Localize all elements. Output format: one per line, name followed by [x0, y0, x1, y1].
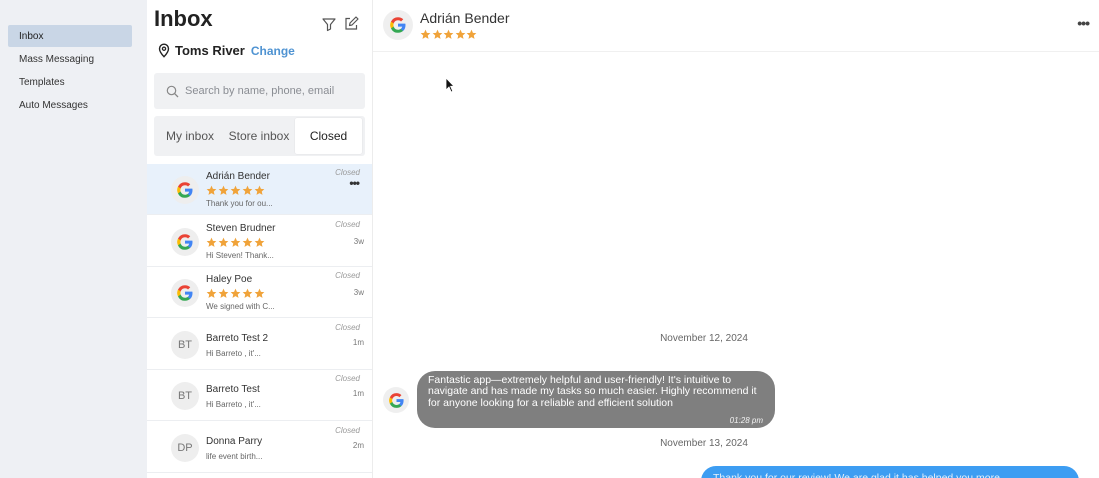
star-icon	[455, 29, 465, 39]
conversation-status: Closed	[335, 271, 360, 280]
contact-name: Adrián Bender	[420, 10, 510, 26]
star-icon	[206, 237, 217, 247]
date-separator: November 13, 2024	[660, 438, 748, 449]
star-icon	[242, 237, 253, 247]
nav-item-auto-messages[interactable]: Auto Messages	[8, 94, 132, 116]
avatar-initials: BT	[177, 338, 193, 351]
conversation-preview: Hi Steven! Thank...	[206, 250, 274, 260]
compose-icon[interactable]	[343, 16, 359, 32]
filter-icon[interactable]	[321, 16, 337, 32]
conversation-name: Barreto Test	[206, 384, 260, 395]
inbox-title: Inbox	[154, 6, 213, 31]
conversation-item[interactable]: BT Barreto Test Hi Barreto , it'... Closed 1…	[147, 370, 372, 421]
star-icon	[466, 29, 477, 39]
conversation-avatar	[171, 176, 199, 204]
conversation-item[interactable]: BT Barreto Test 2 Hi Barreto , it'... Close…	[147, 319, 372, 370]
conversation-status: Closed	[335, 425, 360, 435]
conversation-avatar	[171, 227, 199, 256]
star-icon	[230, 237, 241, 247]
conversation-item[interactable]: Steven Brudner Hi Steven! Thank... Closed 3…	[147, 216, 372, 267]
conversation-status: Closed	[335, 374, 360, 383]
conversation-preview: We signed with C...	[206, 302, 275, 311]
conversation-status: Closed	[335, 322, 360, 332]
message-time: 01:28 pm	[729, 415, 763, 425]
incoming-message-text: Fantastic app—extremely helpful and user…	[428, 374, 757, 409]
message-avatar	[383, 387, 409, 413]
app: Inbox Mass Messaging Templates Auto Mess…	[0, 0, 1099, 478]
nav-item-mass-messaging[interactable]: Mass Messaging	[8, 48, 132, 70]
star-icon	[254, 185, 265, 195]
conversation-name: Barreto Test 2	[206, 332, 269, 344]
star-icon	[254, 237, 265, 247]
avatar-initials: DP	[177, 441, 193, 454]
conversation-item[interactable]: Adrián Bender Thank you for ou... Closed ••…	[147, 164, 372, 215]
conversation-time: 3w	[353, 236, 364, 246]
star-icon	[218, 237, 229, 247]
star-icon	[432, 29, 442, 39]
nav-item-inbox[interactable]: Inbox	[8, 25, 132, 47]
inbox-tabs: My inbox Store inbox Closed	[154, 116, 365, 156]
conversation-item[interactable]: Haley Poe We signed with C... Closed 3w	[147, 267, 372, 318]
more-icon[interactable]: •••	[1077, 15, 1090, 31]
left-nav: Inbox Mass Messaging Templates Auto Mess…	[0, 0, 147, 478]
conversation-preview: Thank you for ou...	[206, 199, 273, 208]
cursor-icon	[445, 77, 455, 93]
location-name: Toms River	[175, 43, 245, 58]
conversation-avatar: BT	[171, 382, 199, 410]
star-icon	[254, 288, 265, 298]
conversation-avatar: DP	[171, 433, 199, 462]
star-icon	[242, 288, 253, 298]
star-icon	[230, 288, 241, 298]
search-field[interactable]: Search by name, phone, email	[154, 73, 365, 109]
conversation-preview: Hi Barreto , it'...	[206, 400, 261, 409]
star-icon	[206, 288, 217, 298]
chat-header: Adrián Bender •••	[373, 0, 1099, 52]
outgoing-message: Thank you for our review! We are glad it…	[701, 466, 1079, 478]
change-location-link[interactable]: Change	[251, 44, 295, 58]
star-icon	[218, 288, 229, 298]
search-input[interactable]: Search by name, phone, email	[185, 85, 334, 97]
star-icon	[218, 185, 229, 195]
contact-avatar	[383, 10, 413, 40]
location-selector: Toms River Change	[158, 43, 295, 58]
chat-panel: Adrián Bender ••• November 12, 2024 Fant…	[373, 0, 1099, 478]
inbox-panel: Inbox Toms River Change Search by name, …	[147, 0, 373, 478]
conversation-preview: life event birth...	[206, 451, 263, 461]
conversation-name: Donna Parry	[206, 435, 263, 447]
conversation-name: Steven Brudner	[206, 222, 276, 234]
google-icon	[388, 392, 404, 408]
location-pin-icon	[158, 43, 170, 58]
conversation-time: 1m	[352, 389, 364, 398]
conversation-avatar	[171, 279, 199, 307]
conversation-name: Adrián Bender	[206, 171, 270, 182]
star-icon	[420, 29, 431, 39]
date-separator: November 12, 2024	[660, 333, 748, 344]
tab-closed[interactable]: Closed	[295, 118, 362, 154]
conversation-status: Closed	[335, 219, 360, 229]
contact-rating	[420, 27, 478, 45]
google-icon	[177, 285, 193, 301]
search-icon	[166, 85, 179, 97]
tab-my-inbox[interactable]: My inbox	[156, 118, 224, 154]
more-icon[interactable]: •••	[349, 176, 360, 190]
star-icon	[230, 185, 241, 195]
nav-item-templates[interactable]: Templates	[8, 71, 132, 93]
google-icon	[177, 182, 193, 198]
star-icon	[206, 185, 217, 195]
star-icon	[443, 29, 454, 39]
conversation-avatar: BT	[171, 330, 199, 359]
conversation-preview: Hi Barreto , it'...	[206, 348, 261, 358]
avatar-initials: BT	[177, 390, 193, 402]
star-icon	[242, 185, 253, 195]
google-icon	[177, 233, 193, 250]
google-icon	[390, 17, 406, 33]
conversation-time: 3w	[353, 288, 364, 297]
tab-store-inbox[interactable]: Store inbox	[224, 118, 294, 154]
incoming-message: Fantastic app—extremely helpful and user…	[417, 371, 775, 428]
conversation-name: Haley Poe	[206, 274, 253, 285]
